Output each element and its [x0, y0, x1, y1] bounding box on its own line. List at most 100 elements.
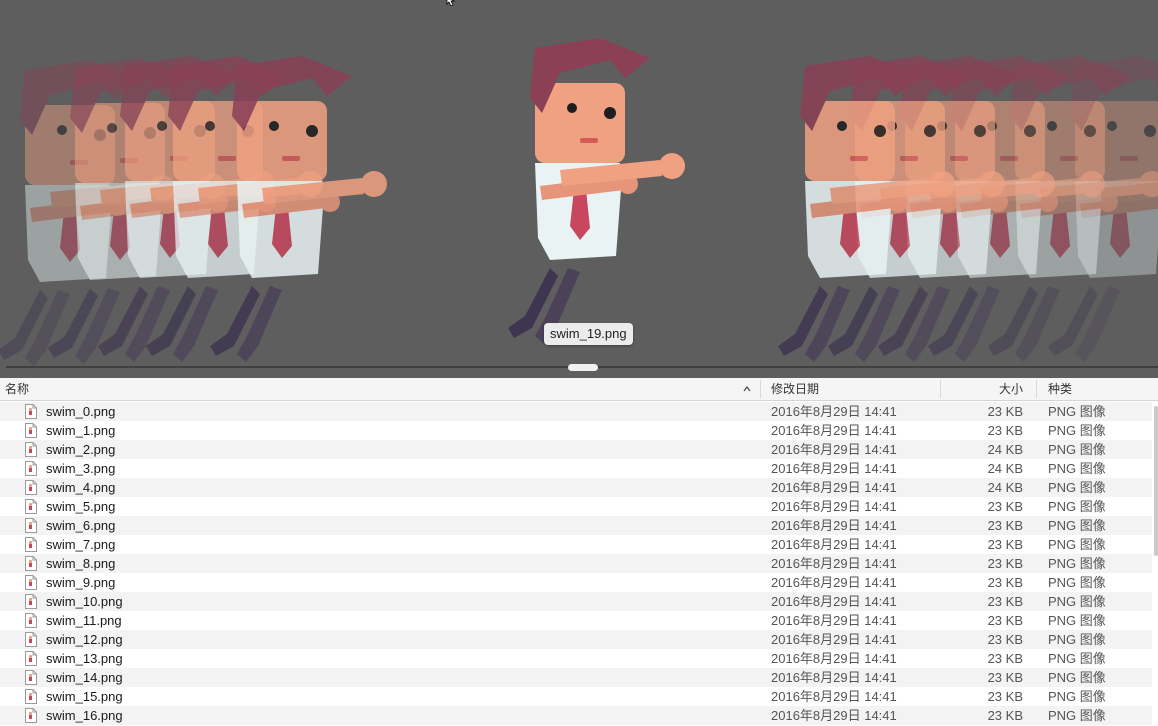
file-modified-date: 2016年8月29日 14:41 [771, 499, 897, 514]
file-kind: PNG 图像 [1048, 594, 1106, 609]
file-row[interactable]: swim_3.png 2016年8月29日 14:41 24 KB PNG 图像 [0, 459, 1152, 478]
file-row[interactable]: swim_9.png 2016年8月29日 14:41 23 KB PNG 图像 [0, 573, 1152, 592]
file-kind: PNG 图像 [1048, 442, 1106, 457]
file-size: 23 KB [987, 404, 1023, 419]
file-name: swim_2.png [46, 442, 116, 457]
file-size: 24 KB [987, 461, 1023, 476]
file-kind: PNG 图像 [1048, 651, 1106, 666]
file-kind: PNG 图像 [1048, 499, 1106, 514]
file-modified-date: 2016年8月29日 14:41 [771, 537, 897, 552]
file-kind: PNG 图像 [1048, 632, 1106, 647]
split-drag-handle[interactable] [568, 364, 598, 371]
file-size: 23 KB [987, 594, 1023, 609]
file-size: 23 KB [987, 423, 1023, 438]
column-separator[interactable] [760, 380, 761, 398]
file-modified-date: 2016年8月29日 14:41 [771, 670, 897, 685]
png-file-icon [25, 613, 37, 628]
file-size: 23 KB [987, 670, 1023, 685]
column-header-kind[interactable]: 种类 [1048, 378, 1072, 400]
file-modified-date: 2016年8月29日 14:41 [771, 575, 897, 590]
file-name: swim_0.png [46, 404, 116, 419]
file-size: 24 KB [987, 442, 1023, 457]
quick-look-preview: swim_19.png [0, 0, 1158, 378]
png-file-icon [25, 670, 37, 685]
file-row[interactable]: swim_0.png 2016年8月29日 14:41 23 KB PNG 图像 [0, 402, 1152, 421]
file-row[interactable]: swim_11.png 2016年8月29日 14:41 23 KB PNG 图像 [0, 611, 1152, 630]
preview-filename-label: swim_19.png [544, 323, 633, 345]
file-name: swim_13.png [46, 651, 123, 666]
column-header-name[interactable]: 名称 [5, 378, 29, 400]
file-row[interactable]: swim_2.png 2016年8月29日 14:41 24 KB PNG 图像 [0, 440, 1152, 459]
png-file-icon [25, 556, 37, 571]
file-modified-date: 2016年8月29日 14:41 [771, 556, 897, 571]
file-row[interactable]: swim_4.png 2016年8月29日 14:41 24 KB PNG 图像 [0, 478, 1152, 497]
file-kind: PNG 图像 [1048, 404, 1106, 419]
vertical-scrollbar[interactable] [1154, 406, 1158, 556]
png-file-icon [25, 537, 37, 552]
file-row[interactable]: swim_5.png 2016年8月29日 14:41 23 KB PNG 图像 [0, 497, 1152, 516]
file-kind: PNG 图像 [1048, 708, 1106, 723]
png-file-icon [25, 423, 37, 438]
file-row[interactable]: swim_8.png 2016年8月29日 14:41 23 KB PNG 图像 [0, 554, 1152, 573]
swimmer-animation-frames [0, 38, 1158, 366]
file-size: 23 KB [987, 613, 1023, 628]
chevron-up-icon[interactable] [741, 382, 753, 396]
file-row[interactable]: swim_12.png 2016年8月29日 14:41 23 KB PNG 图像 [0, 630, 1152, 649]
file-size: 23 KB [987, 499, 1023, 514]
file-size: 24 KB [987, 480, 1023, 495]
file-name: swim_14.png [46, 670, 123, 685]
file-kind: PNG 图像 [1048, 613, 1106, 628]
file-kind: PNG 图像 [1048, 423, 1106, 438]
column-separator[interactable] [1036, 380, 1037, 398]
file-name: swim_16.png [46, 708, 123, 723]
file-size: 23 KB [987, 575, 1023, 590]
file-row[interactable]: swim_16.png 2016年8月29日 14:41 23 KB PNG 图像 [0, 706, 1152, 725]
file-list-view: 名称 修改日期 大小 种类 swim_0.png 2016年8月29日 14:41… [0, 378, 1158, 726]
file-name: swim_9.png [46, 575, 116, 590]
file-row[interactable]: swim_14.png 2016年8月29日 14:41 23 KB PNG 图像 [0, 668, 1152, 687]
file-row[interactable]: swim_6.png 2016年8月29日 14:41 23 KB PNG 图像 [0, 516, 1152, 535]
file-size: 23 KB [987, 708, 1023, 723]
file-name: swim_12.png [46, 632, 123, 647]
file-modified-date: 2016年8月29日 14:41 [771, 594, 897, 609]
swimmer-main-frame [508, 38, 685, 344]
png-file-icon [25, 632, 37, 647]
file-modified-date: 2016年8月29日 14:41 [771, 708, 897, 723]
file-size: 23 KB [987, 689, 1023, 704]
file-name: swim_4.png [46, 480, 116, 495]
column-separator[interactable] [940, 380, 941, 398]
file-modified-date: 2016年8月29日 14:41 [771, 480, 897, 495]
file-kind: PNG 图像 [1048, 575, 1106, 590]
file-size: 23 KB [987, 632, 1023, 647]
file-modified-date: 2016年8月29日 14:41 [771, 613, 897, 628]
file-size: 23 KB [987, 537, 1023, 552]
file-name: swim_1.png [46, 423, 116, 438]
file-row[interactable]: swim_10.png 2016年8月29日 14:41 23 KB PNG 图像 [0, 592, 1152, 611]
file-size: 23 KB [987, 651, 1023, 666]
png-file-icon [25, 404, 37, 419]
png-file-icon [25, 708, 37, 723]
png-file-icon [25, 499, 37, 514]
file-modified-date: 2016年8月29日 14:41 [771, 461, 897, 476]
file-kind: PNG 图像 [1048, 537, 1106, 552]
file-kind: PNG 图像 [1048, 670, 1106, 685]
column-header-date[interactable]: 修改日期 [771, 378, 819, 400]
file-row[interactable]: swim_1.png 2016年8月29日 14:41 23 KB PNG 图像 [0, 421, 1152, 440]
file-name: swim_3.png [46, 461, 116, 476]
file-row[interactable]: swim_15.png 2016年8月29日 14:41 23 KB PNG 图像 [0, 687, 1152, 706]
column-header-size[interactable]: 大小 [999, 378, 1023, 400]
file-modified-date: 2016年8月29日 14:41 [771, 689, 897, 704]
file-name: swim_10.png [46, 594, 123, 609]
file-name: swim_15.png [46, 689, 123, 704]
file-size: 23 KB [987, 518, 1023, 533]
png-file-icon [25, 651, 37, 666]
file-name: swim_6.png [46, 518, 116, 533]
file-row[interactable]: swim_13.png 2016年8月29日 14:41 23 KB PNG 图像 [0, 649, 1152, 668]
png-file-icon [25, 461, 37, 476]
file-kind: PNG 图像 [1048, 689, 1106, 704]
file-kind: PNG 图像 [1048, 556, 1106, 571]
png-file-icon [25, 575, 37, 590]
file-size: 23 KB [987, 556, 1023, 571]
png-file-icon [25, 689, 37, 704]
file-row[interactable]: swim_7.png 2016年8月29日 14:41 23 KB PNG 图像 [0, 535, 1152, 554]
